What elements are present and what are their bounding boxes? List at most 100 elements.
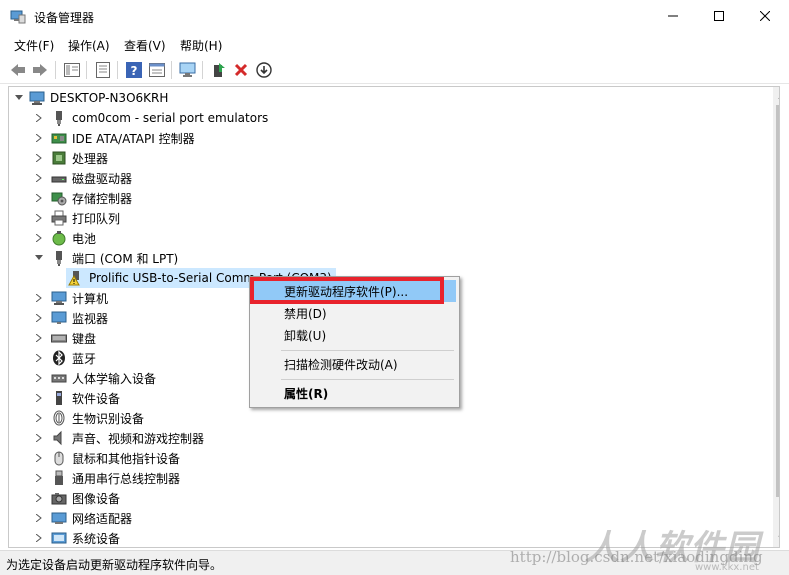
menu-action[interactable]: 操作(A) bbox=[68, 37, 110, 54]
chevron-right-icon[interactable] bbox=[33, 392, 45, 404]
port-icon bbox=[51, 250, 67, 266]
tree-item-bluetooth[interactable]: 蓝牙 bbox=[33, 348, 96, 368]
chevron-right-icon[interactable] bbox=[33, 372, 45, 384]
help-icon[interactable]: ? bbox=[124, 60, 144, 80]
chevron-right-icon[interactable] bbox=[33, 152, 45, 164]
forward-arrow-icon[interactable] bbox=[30, 60, 50, 80]
tree-item-label: 声音、视频和游戏控制器 bbox=[72, 431, 205, 446]
chevron-down-icon[interactable] bbox=[13, 92, 25, 104]
menu-item-uninstall[interactable]: 卸载(U) bbox=[253, 324, 456, 346]
show-hide-tree-icon[interactable] bbox=[62, 60, 82, 80]
minimize-button[interactable] bbox=[650, 0, 696, 32]
computer-icon bbox=[51, 290, 67, 306]
chevron-right-icon[interactable] bbox=[33, 352, 45, 364]
chevron-right-icon[interactable] bbox=[33, 492, 45, 504]
biometric-icon bbox=[51, 410, 67, 426]
tree-item-monitor[interactable]: 监视器 bbox=[33, 308, 108, 328]
chevron-right-icon[interactable] bbox=[33, 472, 45, 484]
close-button[interactable] bbox=[742, 0, 788, 32]
menu-file[interactable]: 文件(F) bbox=[14, 37, 54, 54]
chevron-right-icon[interactable] bbox=[33, 212, 45, 224]
bluetooth-icon bbox=[51, 350, 67, 366]
tree-root[interactable]: DESKTOP-N3O6KRH bbox=[13, 88, 168, 108]
tree-item-computer[interactable]: 计算机 bbox=[33, 288, 108, 308]
update-driver-icon[interactable] bbox=[209, 60, 229, 80]
chevron-right-icon[interactable] bbox=[33, 192, 45, 204]
chevron-down-icon[interactable] bbox=[33, 252, 45, 264]
menu-item-scan[interactable]: 扫描检测硬件改动(A) bbox=[253, 353, 456, 375]
scroll-up-icon[interactable]: ▲ bbox=[773, 87, 779, 104]
chevron-right-icon[interactable] bbox=[33, 312, 45, 324]
toolbar-separator bbox=[171, 61, 172, 79]
mouse-icon bbox=[51, 450, 67, 466]
chevron-right-icon[interactable] bbox=[33, 532, 45, 544]
disable-device-icon[interactable] bbox=[254, 60, 274, 80]
tree-item-mouse[interactable]: 鼠标和其他指针设备 bbox=[33, 448, 180, 468]
vertical-scrollbar[interactable]: ▲ ▼ bbox=[773, 87, 779, 547]
tree-item-biometric[interactable]: 生物识别设备 bbox=[33, 408, 144, 428]
scrollbar-thumb[interactable] bbox=[776, 105, 779, 497]
tree-item-network[interactable]: 网络适配器 bbox=[33, 508, 132, 528]
keyboard-icon bbox=[51, 330, 67, 346]
tree-item-com0com[interactable]: com0com - serial port emulators bbox=[33, 108, 268, 128]
tree-item-label: 网络适配器 bbox=[72, 511, 133, 526]
chevron-right-icon[interactable] bbox=[33, 512, 45, 524]
disk-drive-icon bbox=[51, 170, 67, 186]
menu-item-update-driver[interactable]: 更新驱动程序软件(P)... bbox=[253, 280, 456, 302]
tree-item-ide[interactable]: IDE ATA/ATAPI 控制器 bbox=[33, 128, 195, 148]
tree-item-label: com0com - serial port emulators bbox=[72, 111, 269, 125]
processor-icon bbox=[51, 150, 67, 166]
chevron-right-icon[interactable] bbox=[33, 232, 45, 244]
tree-item-label: 电池 bbox=[72, 231, 97, 246]
tree-item-processor[interactable]: 处理器 bbox=[33, 148, 108, 168]
tree-item-hid[interactable]: 人体学输入设备 bbox=[33, 368, 156, 388]
chevron-right-icon[interactable] bbox=[33, 332, 45, 344]
menu-help[interactable]: 帮助(H) bbox=[180, 37, 222, 54]
tree-item-usb[interactable]: 通用串行总线控制器 bbox=[33, 468, 180, 488]
tree-item-imaging[interactable]: 图像设备 bbox=[33, 488, 120, 508]
uninstall-x-icon[interactable] bbox=[231, 60, 251, 80]
toolbar-separator bbox=[117, 61, 118, 79]
scroll-down-icon[interactable]: ▼ bbox=[773, 530, 779, 547]
properties-icon[interactable] bbox=[93, 60, 113, 80]
menu-view[interactable]: 查看(V) bbox=[124, 37, 166, 54]
menu-item-disable[interactable]: 禁用(D) bbox=[253, 302, 456, 324]
storage-controller-icon bbox=[51, 190, 67, 206]
system-device-icon bbox=[51, 530, 67, 546]
chevron-right-icon[interactable] bbox=[33, 172, 45, 184]
maximize-button[interactable] bbox=[696, 0, 742, 32]
menu-item-properties[interactable]: 属性(R) bbox=[253, 382, 456, 404]
tree-item-storage[interactable]: 存储控制器 bbox=[33, 188, 132, 208]
tree-item-battery[interactable]: 电池 bbox=[33, 228, 96, 248]
chevron-right-icon[interactable] bbox=[33, 112, 45, 124]
usb-icon bbox=[51, 470, 67, 486]
imaging-icon bbox=[51, 490, 67, 506]
tree-item-sound[interactable]: 声音、视频和游戏控制器 bbox=[33, 428, 204, 448]
tree-item-label: 人体学输入设备 bbox=[72, 371, 157, 386]
tree-item-label: 磁盘驱动器 bbox=[72, 171, 133, 186]
tree-item-disk[interactable]: 磁盘驱动器 bbox=[33, 168, 132, 188]
chevron-right-icon[interactable] bbox=[33, 432, 45, 444]
tree-item-software[interactable]: 软件设备 bbox=[33, 388, 120, 408]
action-pane-icon[interactable] bbox=[147, 60, 167, 80]
back-arrow-icon[interactable] bbox=[8, 60, 28, 80]
tree-item-system[interactable]: 系统设备 bbox=[33, 528, 120, 547]
tree-item-ports[interactable]: 端口 (COM 和 LPT) bbox=[33, 248, 178, 268]
chevron-right-icon[interactable] bbox=[33, 292, 45, 304]
software-device-icon bbox=[51, 390, 67, 406]
tree-item-label: 处理器 bbox=[72, 151, 109, 166]
chevron-right-icon[interactable] bbox=[33, 412, 45, 424]
computer-icon bbox=[29, 90, 45, 106]
monitor-icon bbox=[51, 310, 67, 326]
tree-item-label: 键盘 bbox=[72, 331, 97, 346]
tree-item-label: 监视器 bbox=[72, 311, 109, 326]
tree-item-label: 蓝牙 bbox=[72, 351, 97, 366]
tree-item-keyboard[interactable]: 键盘 bbox=[33, 328, 96, 348]
toolbar-separator bbox=[55, 61, 56, 79]
status-text: 为选定设备启动更新驱动程序软件向导。 bbox=[6, 558, 223, 572]
tree-item-print-queue[interactable]: 打印队列 bbox=[33, 208, 120, 228]
scan-monitor-icon[interactable] bbox=[178, 60, 198, 80]
sound-icon bbox=[51, 430, 67, 446]
chevron-right-icon[interactable] bbox=[33, 452, 45, 464]
chevron-right-icon[interactable] bbox=[33, 132, 45, 144]
